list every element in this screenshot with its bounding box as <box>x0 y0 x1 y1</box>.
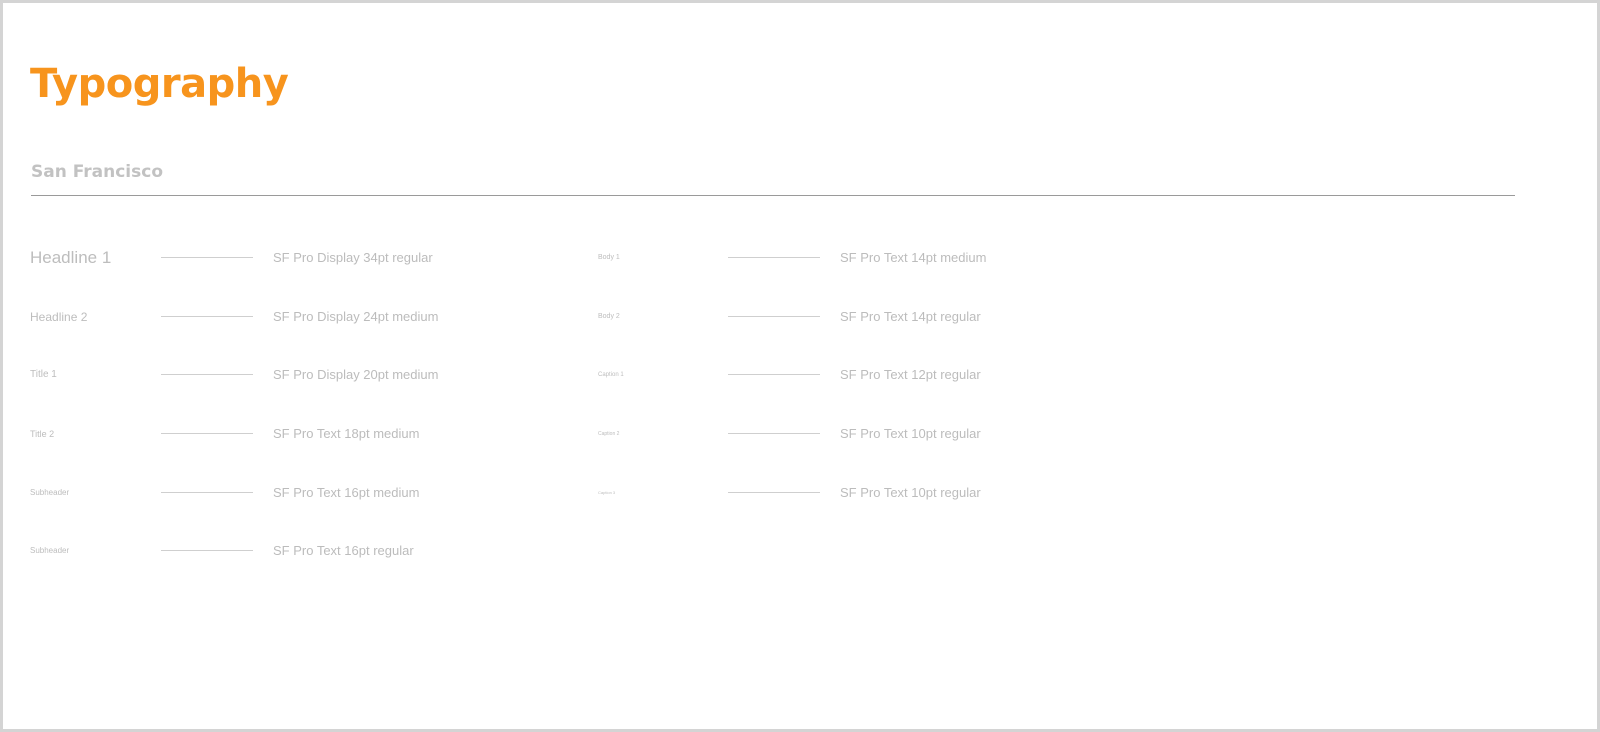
artboard-frame: Typography San Francisco Headline 1 SF P… <box>0 0 1600 732</box>
style-spec: SF Pro Text 12pt regular <box>840 367 981 382</box>
style-spec: SF Pro Display 34pt regular <box>273 250 433 265</box>
style-spec: SF Pro Text 14pt medium <box>840 250 987 265</box>
row-rule <box>728 374 820 375</box>
style-name: Subheader <box>30 546 70 555</box>
row-rule <box>161 492 253 493</box>
style-name: Caption 2 <box>598 431 620 437</box>
style-spec: SF Pro Text 16pt medium <box>273 485 420 500</box>
style-name: Title 1 <box>30 369 57 380</box>
row-rule <box>161 550 253 551</box>
style-name: Caption 1 <box>598 372 624 378</box>
style-name: Caption 3 <box>598 490 616 495</box>
style-spec: SF Pro Display 20pt medium <box>273 367 439 382</box>
style-name: Title 2 <box>30 429 55 439</box>
style-name: Body 1 <box>598 254 620 261</box>
style-name: Body 2 <box>598 313 620 320</box>
row-rule <box>728 492 820 493</box>
row-rule <box>161 374 253 375</box>
row-rule <box>728 433 820 434</box>
style-spec: SF Pro Text 14pt regular <box>840 309 981 324</box>
section-divider <box>31 195 1515 196</box>
row-rule <box>161 257 253 258</box>
style-spec: SF Pro Text 16pt regular <box>273 543 414 558</box>
style-name: Subheader <box>30 488 70 497</box>
style-spec: SF Pro Display 24pt medium <box>273 309 439 324</box>
page-title: Typography <box>30 61 289 107</box>
style-spec: SF Pro Text 10pt regular <box>840 485 981 500</box>
row-rule <box>728 316 820 317</box>
row-rule <box>728 257 820 258</box>
row-rule <box>161 316 253 317</box>
style-name: Headline 1 <box>30 248 112 267</box>
style-name: Headline 2 <box>30 310 88 324</box>
row-rule <box>161 433 253 434</box>
section-title: San Francisco <box>31 162 163 182</box>
style-spec: SF Pro Text 18pt medium <box>273 426 420 441</box>
style-spec: SF Pro Text 10pt regular <box>840 426 981 441</box>
